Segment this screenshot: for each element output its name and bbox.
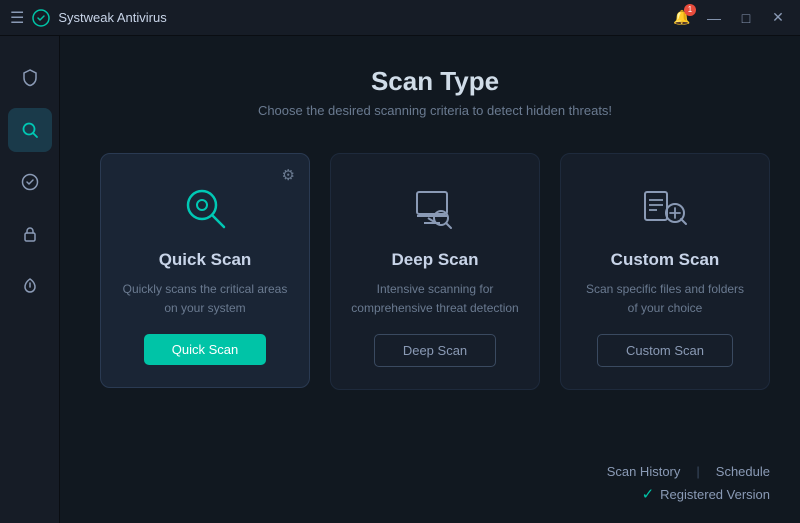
maximize-button[interactable]: □ [734,6,758,30]
custom-scan-description: Scan specific files and folders of your … [581,280,749,318]
custom-scan-card: Custom Scan Scan specific files and fold… [560,153,770,390]
deep-scan-description: Intensive scanning for comprehensive thr… [351,280,519,318]
sidebar-item-shield[interactable] [8,56,52,100]
quick-scan-description: Quickly scans the critical areas on your… [121,280,289,318]
title-bar-left: ☰ Systweak Antivirus [10,8,167,28]
scan-history-link[interactable]: Scan History [607,464,681,479]
hamburger-icon[interactable]: ☰ [10,8,24,28]
minimize-button[interactable]: — [702,6,726,30]
sidebar-item-boost[interactable] [8,264,52,308]
custom-scan-icon [635,178,695,238]
footer: Scan History | Schedule [100,454,770,479]
close-button[interactable]: ✕ [766,6,790,30]
registered-label: Registered Version [660,487,770,502]
main-layout: Scan Type Choose the desired scanning cr… [0,36,800,523]
quick-scan-title: Quick Scan [159,250,252,270]
page-subtitle: Choose the desired scanning criteria to … [100,103,770,118]
title-bar: ☰ Systweak Antivirus 🔔 — □ ✕ [0,0,800,36]
sidebar-item-scan[interactable] [8,108,52,152]
custom-scan-title: Custom Scan [611,250,720,270]
app-logo [32,9,50,27]
quick-scan-card: ⚙ Quick Scan Quickly scans the critical … [100,153,310,388]
title-bar-right: 🔔 — □ ✕ [670,6,790,30]
registered-icon: ✓ [642,485,655,503]
sidebar [0,36,60,523]
notification-button[interactable]: 🔔 [670,6,694,30]
quick-scan-button[interactable]: Quick Scan [144,334,266,365]
deep-scan-title: Deep Scan [392,250,479,270]
page-title: Scan Type [100,66,770,97]
custom-scan-button[interactable]: Custom Scan [597,334,733,367]
footer-divider: | [696,464,699,479]
schedule-link[interactable]: Schedule [716,464,770,479]
deep-scan-icon [405,178,465,238]
content-area: Scan Type Choose the desired scanning cr… [60,36,800,523]
gear-icon[interactable]: ⚙ [282,166,295,184]
deep-scan-card: Deep Scan Intensive scanning for compreh… [330,153,540,390]
scan-cards: ⚙ Quick Scan Quickly scans the critical … [100,153,770,434]
registered-version: ✓ Registered Version [100,485,770,503]
quick-scan-icon [175,178,235,238]
sidebar-item-lock[interactable] [8,212,52,256]
deep-scan-button[interactable]: Deep Scan [374,334,496,367]
sidebar-item-protection[interactable] [8,160,52,204]
app-title: Systweak Antivirus [58,10,166,25]
